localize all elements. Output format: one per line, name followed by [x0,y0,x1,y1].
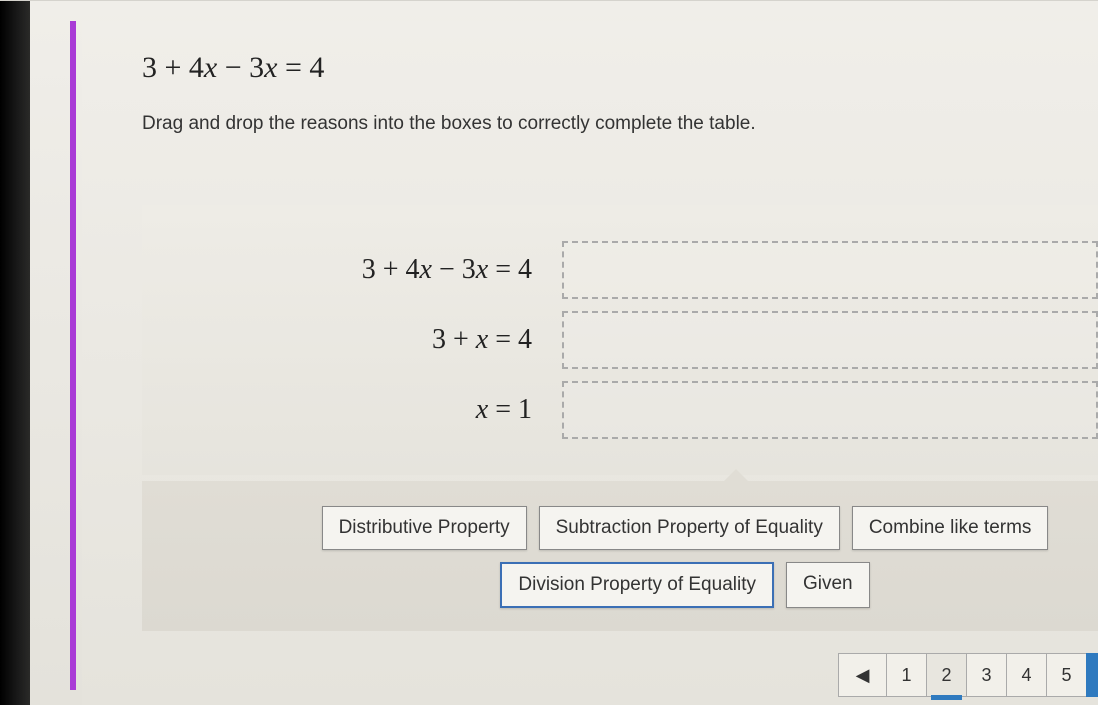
pager-page-1[interactable]: 1 [886,653,926,697]
drop-zone-2[interactable] [562,311,1098,369]
proof-step: 3 + 4x − 3x = 4 [142,254,562,286]
drop-zone-3[interactable] [562,381,1098,439]
tile-distributive-property[interactable]: Distributive Property [322,506,527,550]
proof-row: x = 1 [142,375,1098,445]
tray-pointer-icon [722,469,750,483]
question-pager: ◀ 1 2 3 4 5 [838,653,1098,697]
tile-subtraction-property[interactable]: Subtraction Property of Equality [539,506,840,550]
question-content: 3 + 4x − 3x = 4 Drag and drop the reason… [82,21,1098,705]
pager-next-button[interactable] [1086,653,1098,697]
tile-given[interactable]: Given [786,562,870,608]
tile-combine-like-terms[interactable]: Combine like terms [852,506,1049,550]
tile-division-property[interactable]: Division Property of Equality [500,562,774,608]
answer-tiles-tray: Distributive Property Subtraction Proper… [142,481,1098,631]
proof-row: 3 + 4x − 3x = 4 [142,235,1098,305]
pager-page-5[interactable]: 5 [1046,653,1086,697]
proof-step: 3 + x = 4 [142,324,562,356]
proof-row: 3 + x = 4 [142,305,1098,375]
pager-prev-button[interactable]: ◀ [838,653,886,697]
pager-page-2[interactable]: 2 [926,653,966,697]
triangle-left-icon: ◀ [856,665,870,686]
question-equation: 3 + 4x − 3x = 4 [142,51,1058,85]
screen-edge [0,1,30,705]
instruction-text: Drag and drop the reasons into the boxes… [142,113,1058,135]
drop-zone-1[interactable] [562,241,1098,299]
proof-table-area: 3 + 4x − 3x = 4 3 + x = 4 [142,205,1098,475]
pager-page-3[interactable]: 3 [966,653,1006,697]
accent-bar [70,21,76,690]
proof-step: x = 1 [142,394,562,426]
pager-page-4[interactable]: 4 [1006,653,1046,697]
